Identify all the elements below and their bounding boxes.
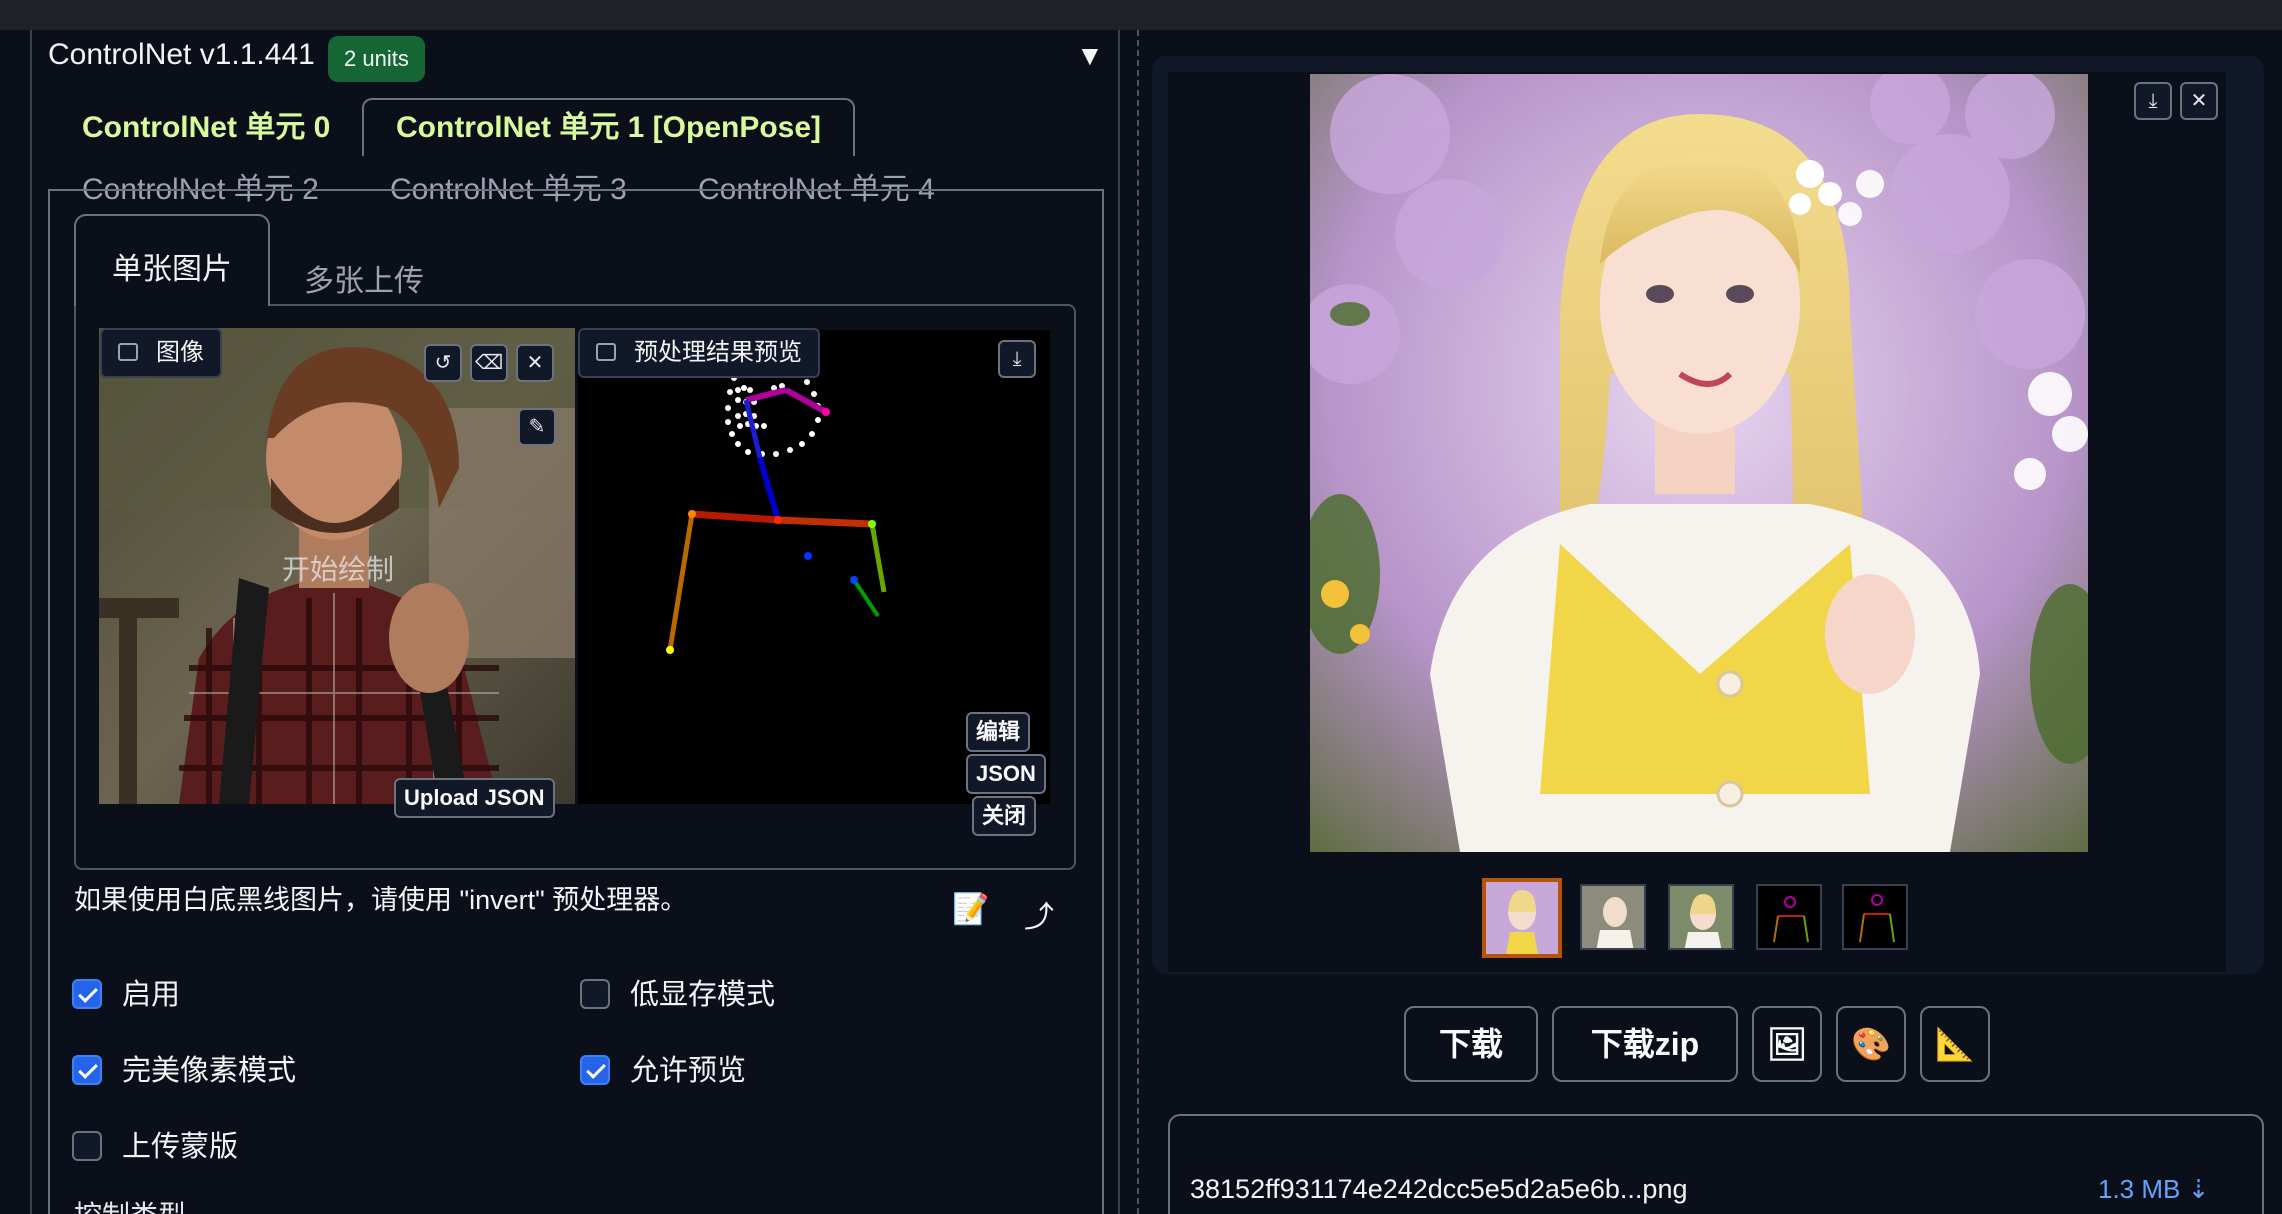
image-icon [118, 343, 138, 361]
image-label-text: 图像 [156, 339, 204, 366]
checkbox-box[interactable] [72, 979, 102, 1009]
tab-unit-0[interactable]: ControlNet 单元 0 [82, 110, 330, 146]
checkbox-label: 允许预览 [630, 1055, 747, 1087]
thumbnail-4[interactable] [1756, 884, 1822, 950]
close-icon[interactable]: ✕ [516, 344, 554, 382]
checkbox-low-vram[interactable]: 低显存模式 [580, 978, 776, 1012]
checkbox-label: 完美像素模式 [122, 1055, 297, 1087]
checkbox-upload-mask[interactable]: 上传蒙版 [72, 1130, 239, 1164]
close-icon[interactable]: ✕ [2180, 82, 2218, 120]
thumbnail-1[interactable] [1482, 878, 1562, 958]
checkbox-label: 上传蒙版 [122, 1131, 239, 1163]
memo-icon[interactable]: 📝 [952, 892, 989, 927]
checkbox-label: 启用 [122, 979, 181, 1011]
thumbnail-3[interactable] [1668, 884, 1734, 950]
image-label: 图像 [100, 328, 222, 378]
checkbox-box[interactable] [72, 1131, 102, 1161]
close-pose-button[interactable]: 关闭 [972, 796, 1037, 836]
download-button[interactable]: 下载 [1404, 1006, 1538, 1082]
start-draw-text[interactable]: 开始绘制 [282, 548, 394, 588]
controlnet-title[interactable]: ControlNet v1.1.441 [48, 38, 315, 72]
palette-icon[interactable]: 🎨 [1836, 1006, 1906, 1082]
preview-label: 预处理结果预览 [578, 328, 820, 378]
checkbox-box[interactable] [580, 979, 610, 1009]
checkbox-box[interactable] [72, 1055, 102, 1085]
pose-json-button[interactable]: JSON [966, 754, 1046, 794]
checkbox-box[interactable] [580, 1055, 610, 1085]
download-icon[interactable]: ⤓ [998, 340, 1036, 378]
tab-batch-upload[interactable]: 多张上传 [304, 256, 424, 300]
ruler-icon[interactable]: 📐 [1920, 1006, 1990, 1082]
brush-icon[interactable]: ✎ [518, 408, 556, 446]
checkbox-pixel-perfect[interactable]: 完美像素模式 [72, 1054, 297, 1088]
units-badge: 2 units [328, 36, 425, 82]
preview-label-text: 预处理结果预览 [634, 339, 802, 366]
panel-border-left [30, 30, 32, 1214]
top-bar [0, 0, 2282, 30]
thumbnail-5[interactable] [1842, 884, 1908, 950]
tab-unit-1[interactable]: ControlNet 单元 1 [OpenPose] [362, 98, 856, 156]
upload-arrow-icon[interactable]: ⤴ [1024, 892, 1054, 936]
download-zip-button[interactable]: 下载zip [1552, 1006, 1738, 1082]
panel-border-right [1118, 30, 1120, 1214]
image-icon[interactable]: 🖼 [1752, 1006, 1822, 1082]
checkbox-allow-preview[interactable]: 允许预览 [580, 1054, 747, 1088]
upload-json-button[interactable]: Upload JSON [394, 778, 555, 818]
edit-pose-button[interactable]: 编辑 [966, 712, 1031, 752]
generated-image[interactable] [1310, 74, 2088, 852]
column-divider [1137, 30, 1139, 1214]
eraser-icon[interactable]: ⌫ [470, 344, 508, 382]
thumbnail-2[interactable] [1580, 884, 1646, 950]
invert-hint: 如果使用白底黑线图片，请使用 "invert" 预处理器。 [74, 885, 688, 915]
tab-single-image[interactable]: 单张图片 [74, 214, 270, 306]
file-size-download[interactable]: 1.3 MB ⇣ [2098, 1174, 2209, 1205]
image-icon [596, 343, 616, 361]
file-name[interactable]: 38152ff931174e242dcc5e5d2a5e6b...png [1190, 1174, 1687, 1205]
checkbox-enable[interactable]: 启用 [72, 978, 181, 1012]
undo-icon[interactable]: ↺ [424, 344, 462, 382]
download-icon[interactable]: ⤓ [2134, 82, 2172, 120]
checkbox-label: 低显存模式 [630, 979, 776, 1011]
collapse-triangle-icon[interactable]: ▼ [1076, 40, 1104, 72]
control-type-label: 控制类型 [74, 1194, 186, 1214]
